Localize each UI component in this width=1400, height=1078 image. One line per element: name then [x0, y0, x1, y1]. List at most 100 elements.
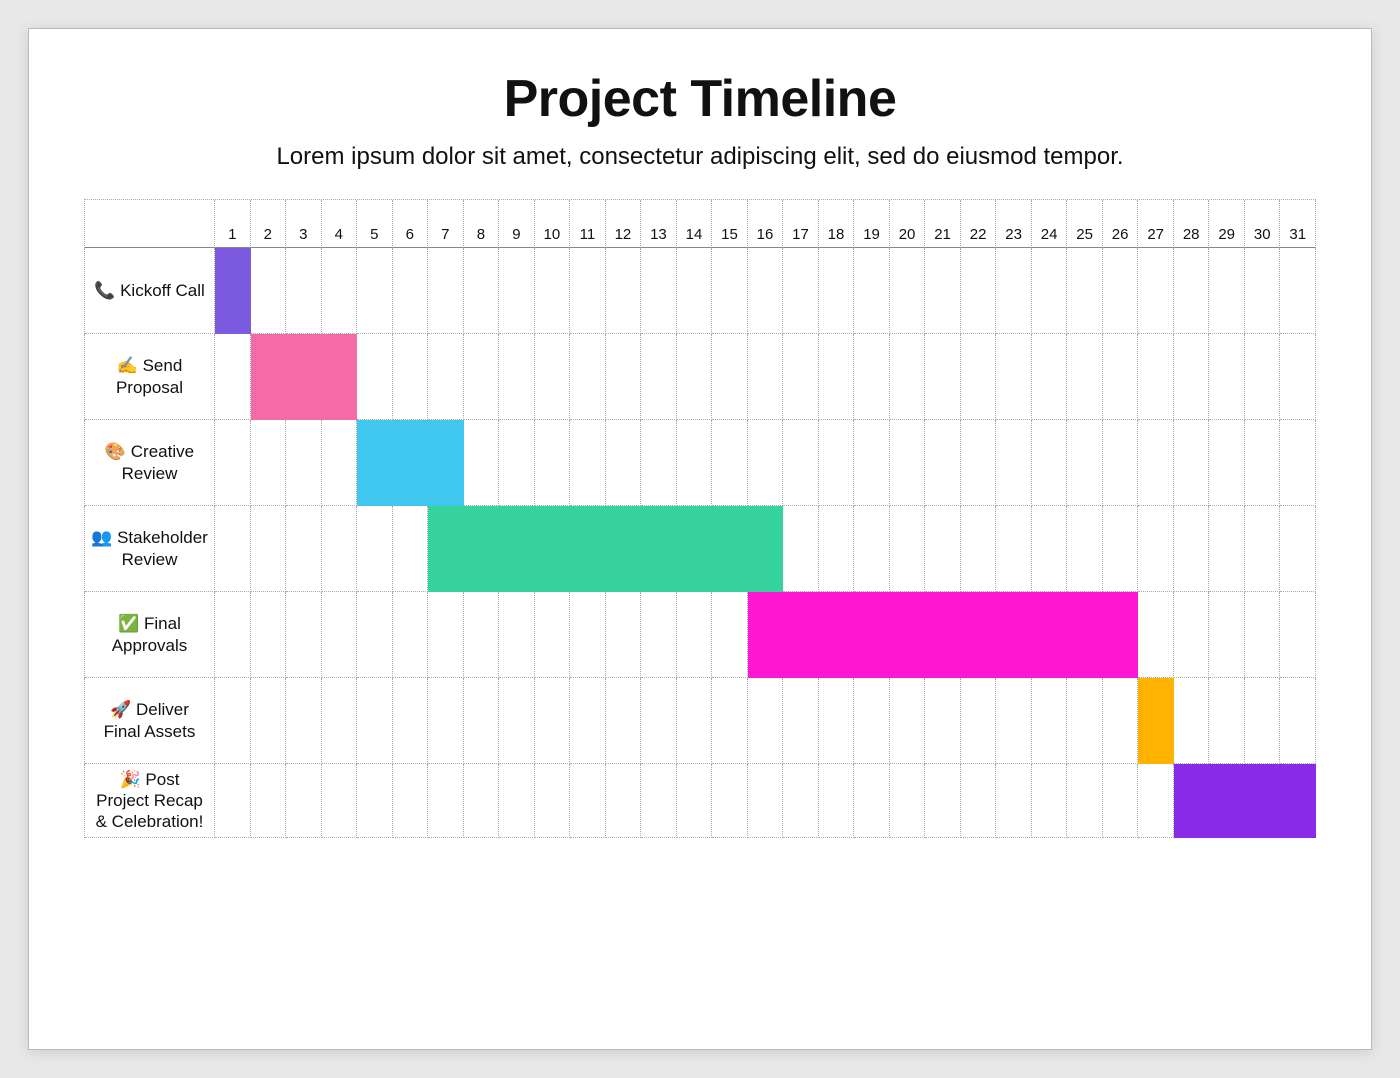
- gantt-day-header: 11: [570, 200, 606, 248]
- gantt-cell: [535, 764, 571, 838]
- gantt-cell: [641, 678, 677, 764]
- gantt-cell: [961, 248, 997, 334]
- gantt-cell: [1103, 334, 1139, 420]
- gantt-cell: [570, 592, 606, 678]
- gantt-cell: [961, 506, 997, 592]
- gantt-cell: [961, 420, 997, 506]
- gantt-row: 🎉 Post Project Recap & Celebration!: [84, 764, 1316, 838]
- gantt-day-header: 24: [1032, 200, 1068, 248]
- gantt-cell: [925, 678, 961, 764]
- gantt-cell: [996, 678, 1032, 764]
- gantt-cell: [357, 248, 393, 334]
- gantt-cell: [322, 678, 358, 764]
- gantt-cell: [1103, 420, 1139, 506]
- gantt-cell: [783, 678, 819, 764]
- gantt-bar: [251, 334, 358, 420]
- gantt-cell: [1174, 248, 1210, 334]
- gantt-bar: [748, 592, 1139, 678]
- gantt-cell: [748, 764, 784, 838]
- gantt-cell: [890, 420, 926, 506]
- gantt-header-row: 1234567891011121314151617181920212223242…: [84, 199, 1316, 248]
- gantt-cell: [1280, 592, 1316, 678]
- gantt-cell: [890, 764, 926, 838]
- gantt-cell: [1138, 334, 1174, 420]
- gantt-day-header: 17: [783, 200, 819, 248]
- gantt-cell: [641, 592, 677, 678]
- gantt-cell: [499, 592, 535, 678]
- gantt-day-header: 3: [286, 200, 322, 248]
- gantt-cell: [464, 678, 500, 764]
- gantt-cell: [819, 678, 855, 764]
- gantt-cell: [677, 334, 713, 420]
- gantt-cell: [1138, 592, 1174, 678]
- gantt-cell: [1067, 678, 1103, 764]
- gantt-cell: [215, 334, 251, 420]
- gantt-cell: [1174, 592, 1210, 678]
- gantt-cell: [1067, 334, 1103, 420]
- gantt-cell: [251, 248, 287, 334]
- gantt-cell: [1245, 678, 1281, 764]
- gantt-cell: [215, 592, 251, 678]
- gantt-cell: [357, 506, 393, 592]
- gantt-cell: [961, 678, 997, 764]
- gantt-row-label: ✅ Final Approvals: [85, 592, 215, 678]
- gantt-cell: [854, 248, 890, 334]
- gantt-day-header: 28: [1174, 200, 1210, 248]
- gantt-row-cells: [215, 248, 1316, 334]
- gantt-cell: [1138, 420, 1174, 506]
- gantt-cell: [1245, 420, 1281, 506]
- gantt-cell: [499, 678, 535, 764]
- gantt-cell: [1245, 592, 1281, 678]
- gantt-cell: [464, 592, 500, 678]
- gantt-row: 👥 Stakeholder Review: [84, 506, 1316, 592]
- gantt-cell: [996, 506, 1032, 592]
- gantt-day-header: 21: [925, 200, 961, 248]
- gantt-cell: [570, 248, 606, 334]
- gantt-cell: [1138, 248, 1174, 334]
- gantt-cell: [535, 334, 571, 420]
- gantt-cell: [499, 248, 535, 334]
- gantt-cell: [535, 592, 571, 678]
- gantt-cell: [251, 592, 287, 678]
- gantt-row-cells: [215, 592, 1316, 678]
- gantt-cell: [819, 334, 855, 420]
- gantt-cell: [1138, 764, 1174, 838]
- gantt-chart: 1234567891011121314151617181920212223242…: [84, 199, 1316, 838]
- gantt-row-cells: [215, 678, 1316, 764]
- gantt-cell: [606, 592, 642, 678]
- gantt-cell: [215, 764, 251, 838]
- gantt-cell: [890, 248, 926, 334]
- gantt-cell: [1032, 678, 1068, 764]
- gantt-cell: [499, 334, 535, 420]
- gantt-cell: [641, 420, 677, 506]
- gantt-day-header: 29: [1209, 200, 1245, 248]
- gantt-cell: [393, 592, 429, 678]
- gantt-cell: [393, 506, 429, 592]
- gantt-cell: [1032, 248, 1068, 334]
- gantt-cell: [819, 420, 855, 506]
- gantt-row-cells: [215, 334, 1316, 420]
- gantt-cell: [464, 248, 500, 334]
- gantt-cell: [215, 420, 251, 506]
- gantt-day-header: 15: [712, 200, 748, 248]
- gantt-cell: [819, 248, 855, 334]
- gantt-cell: [286, 248, 322, 334]
- app-stage: Project Timeline Lorem ipsum dolor sit a…: [0, 0, 1400, 1078]
- gantt-row-cells: [215, 764, 1316, 838]
- gantt-cell: [570, 678, 606, 764]
- gantt-cell: [748, 678, 784, 764]
- gantt-cell: [357, 678, 393, 764]
- gantt-row: 🎨 Creative Review: [84, 420, 1316, 506]
- gantt-cell: [322, 420, 358, 506]
- gantt-cell: [1067, 506, 1103, 592]
- gantt-cell: [854, 764, 890, 838]
- gantt-cell: [854, 420, 890, 506]
- gantt-cell: [251, 420, 287, 506]
- gantt-cell: [677, 678, 713, 764]
- gantt-cell: [606, 764, 642, 838]
- gantt-cell: [428, 334, 464, 420]
- gantt-cell: [428, 678, 464, 764]
- gantt-cell: [428, 592, 464, 678]
- gantt-cell: [783, 764, 819, 838]
- gantt-cell: [464, 764, 500, 838]
